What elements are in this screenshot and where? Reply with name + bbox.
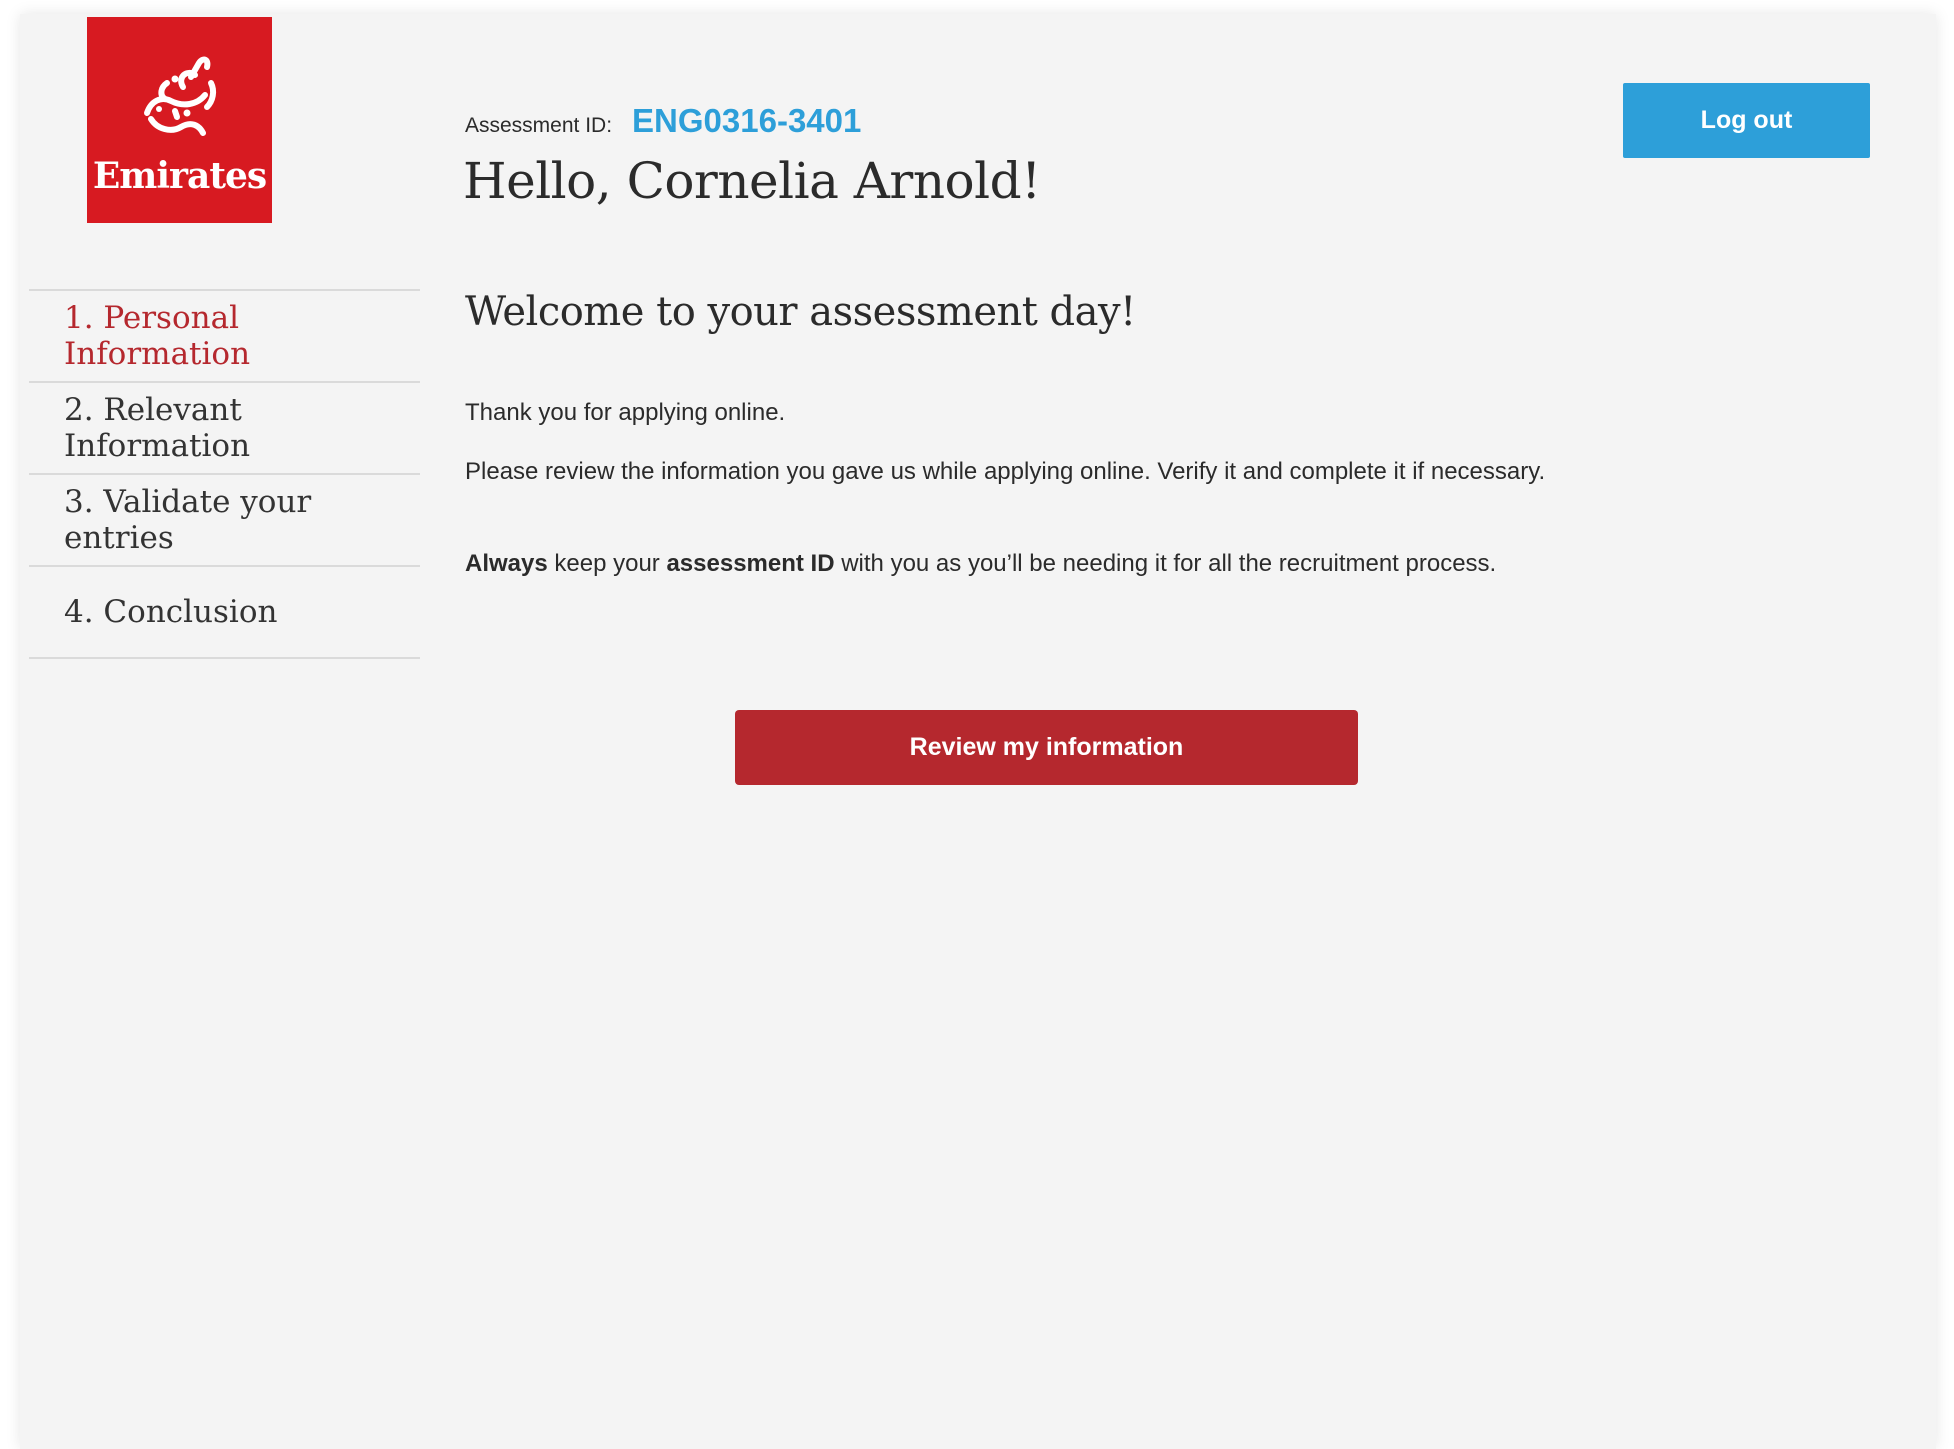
thank-you-text: Thank you for applying online. (465, 399, 786, 426)
reminder-part2: with you as you’ll be needing it for all… (834, 550, 1497, 577)
sidebar-item-conclusion[interactable]: 4. Conclusion (29, 567, 420, 659)
reminder-part1: keep your (547, 550, 667, 577)
greeting-heading: Hello, Cornelia Arnold! (463, 152, 1041, 210)
reminder-always: Always (465, 550, 548, 577)
review-my-information-button[interactable]: Review my information (735, 710, 1358, 785)
review-instructions-text: Please review the information you gave u… (465, 458, 1546, 485)
sidebar-item-validate-entries[interactable]: 3. Validate your entries (29, 475, 420, 567)
reminder-assessment-id: assessment ID (666, 550, 835, 577)
sidebar-item-personal-information[interactable]: 1. Personal Information (29, 291, 420, 383)
welcome-title: Welcome to your assessment day! (465, 289, 1136, 335)
assessment-id-reminder: Always keep your assessment ID with you … (465, 549, 1635, 579)
sidebar-item-relevant-information[interactable]: 2. Relevant Information (29, 383, 420, 475)
assessment-id-row: Assessment ID: ENG0316-3401 (465, 102, 861, 140)
calligraphy-emblem-icon (144, 56, 217, 136)
assessment-id-label: Assessment ID: (465, 114, 613, 137)
logo-wordmark: Emirates (92, 155, 267, 197)
page-container: Emirates Assessment ID: ENG0316-3401 Hel… (20, 14, 1936, 1449)
assessment-id-value: ENG0316-3401 (632, 102, 862, 139)
emirates-logo[interactable]: Emirates (87, 17, 272, 223)
steps-sidebar: 1. Personal Information 2. Relevant Info… (29, 289, 420, 659)
logout-button[interactable]: Log out (1623, 83, 1870, 158)
